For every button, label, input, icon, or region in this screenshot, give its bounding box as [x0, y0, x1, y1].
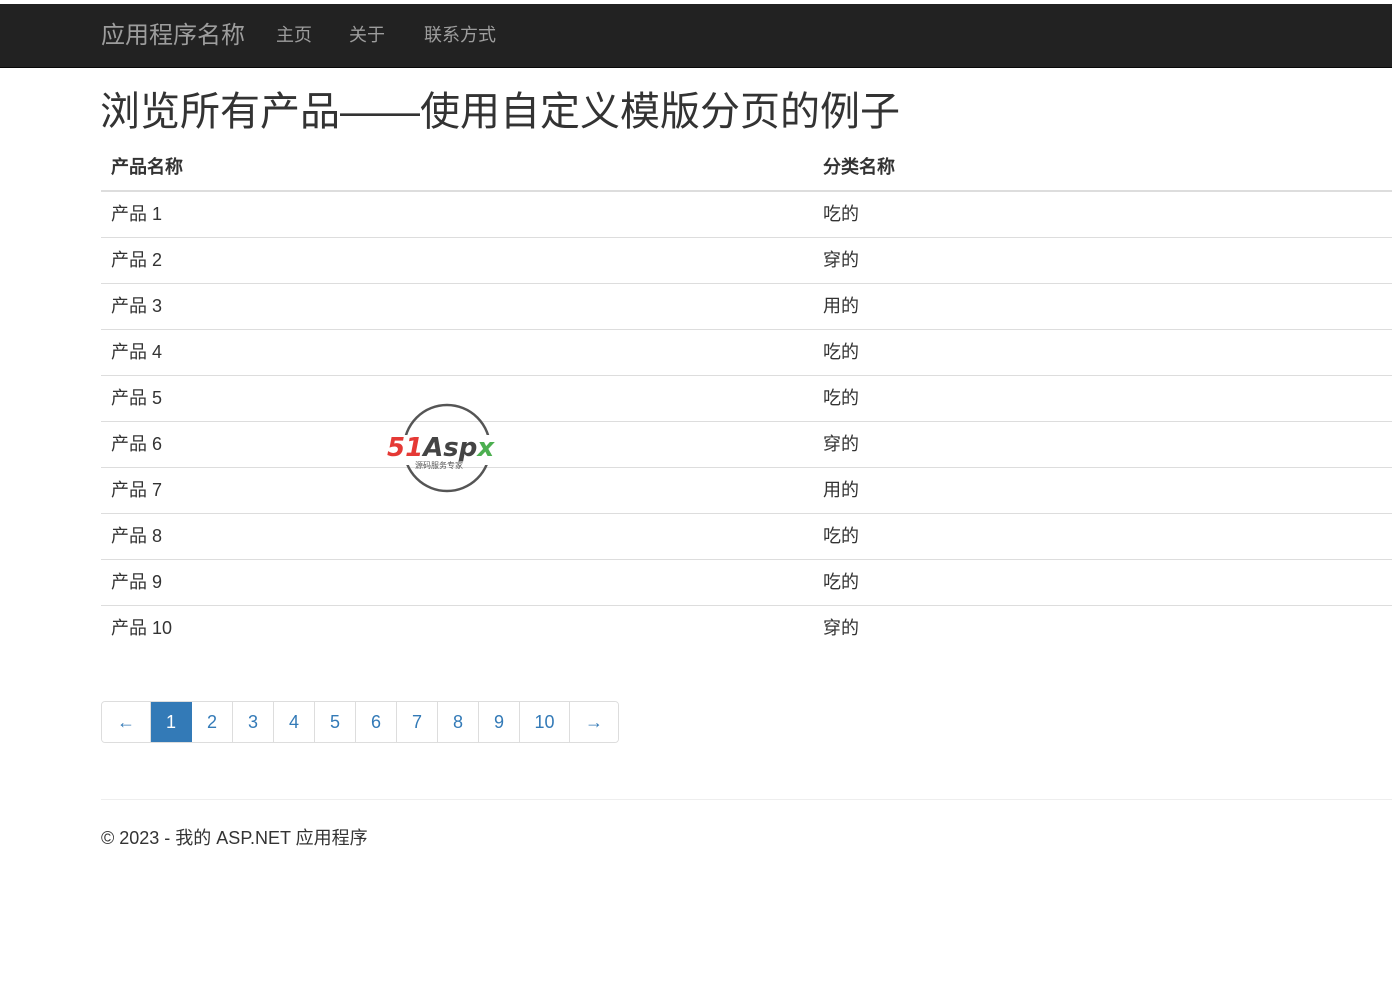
category-name-cell: 穿的 [823, 250, 859, 270]
product-name-cell: 产品 6 [111, 434, 163, 454]
pagination-page-10[interactable]: 10 [520, 702, 570, 742]
pagination-page-4[interactable]: 4 [274, 702, 315, 742]
product-name-cell: 产品 1 [111, 204, 163, 224]
navbar-brand[interactable]: 应用程序名称 [101, 4, 245, 67]
category-name-cell: 吃的 [823, 388, 859, 408]
product-name-cell: 产品 8 [111, 526, 163, 546]
product-name-cell: 产品 7 [111, 480, 163, 500]
product-name-cell: 产品 9 [111, 572, 163, 592]
footer-divider [101, 799, 1392, 800]
category-name-cell: 吃的 [823, 526, 859, 546]
page-title: 浏览所有产品——使用自定义模版分页的例子 [100, 90, 900, 134]
category-name-cell: 吃的 [823, 342, 859, 362]
table-row: 产品 3 用的 [101, 284, 1392, 330]
product-table: 产品名称 分类名称 产品 1 吃的 产品 2 穿的 产品 3 用的 产品 4 吃… [101, 145, 1392, 651]
watermark-logo-text: 51Aspx [387, 433, 495, 463]
nav-link-about[interactable]: 关于 [349, 4, 385, 67]
table-row: 产品 2 穿的 [101, 238, 1392, 284]
table-row: 产品 5 吃的 [101, 376, 1392, 422]
pagination-prev-button[interactable]: ← [102, 702, 151, 742]
table-row: 产品 7 用的 [101, 468, 1392, 514]
category-name-cell: 用的 [823, 480, 859, 500]
product-name-cell: 产品 3 [111, 296, 163, 316]
pagination-page-8[interactable]: 8 [438, 702, 479, 742]
table-row: 产品 6 穿的 [101, 422, 1392, 468]
pagination-next-button[interactable]: → [570, 702, 618, 742]
table-row: 产品 9 吃的 [101, 560, 1392, 606]
watermark-logo: 51Aspx 源码服务专家 [385, 402, 515, 494]
column-header-category-name: 分类名称 [823, 157, 895, 177]
pagination-page-9[interactable]: 9 [479, 702, 520, 742]
category-name-cell: 穿的 [823, 618, 859, 638]
product-name-cell: 产品 10 [111, 618, 173, 638]
nav-link-contact[interactable]: 联系方式 [424, 4, 496, 67]
table-row: 产品 10 穿的 [101, 606, 1392, 651]
pagination-page-7[interactable]: 7 [397, 702, 438, 742]
pagination: ← 1 2 3 4 5 6 7 8 9 10 → [101, 701, 619, 743]
pagination-page-5[interactable]: 5 [315, 702, 356, 742]
navbar: 应用程序名称 主页 关于 联系方式 [0, 4, 1392, 68]
table-header: 产品名称 分类名称 [101, 145, 1392, 192]
category-name-cell: 吃的 [823, 572, 859, 592]
watermark-logo-subtext: 源码服务专家 [415, 460, 463, 470]
table-row: 产品 4 吃的 [101, 330, 1392, 376]
product-name-cell: 产品 2 [111, 250, 163, 270]
pagination-page-6[interactable]: 6 [356, 702, 397, 742]
nav-link-home[interactable]: 主页 [276, 4, 312, 67]
category-name-cell: 吃的 [823, 204, 859, 224]
footer-copyright: © 2023 - 我的 ASP.NET 应用程序 [101, 828, 368, 848]
category-name-cell: 穿的 [823, 434, 859, 454]
column-header-product-name: 产品名称 [111, 157, 183, 177]
pagination-page-3[interactable]: 3 [233, 702, 274, 742]
watermark-logo-svg: 51Aspx 源码服务专家 [385, 403, 515, 493]
product-name-cell: 产品 5 [111, 388, 163, 408]
table-row: 产品 8 吃的 [101, 514, 1392, 560]
pagination-page-2[interactable]: 2 [192, 702, 233, 742]
table-row: 产品 1 吃的 [101, 192, 1392, 238]
category-name-cell: 用的 [823, 296, 859, 316]
pagination-page-1[interactable]: 1 [151, 702, 192, 742]
product-name-cell: 产品 4 [111, 342, 163, 362]
